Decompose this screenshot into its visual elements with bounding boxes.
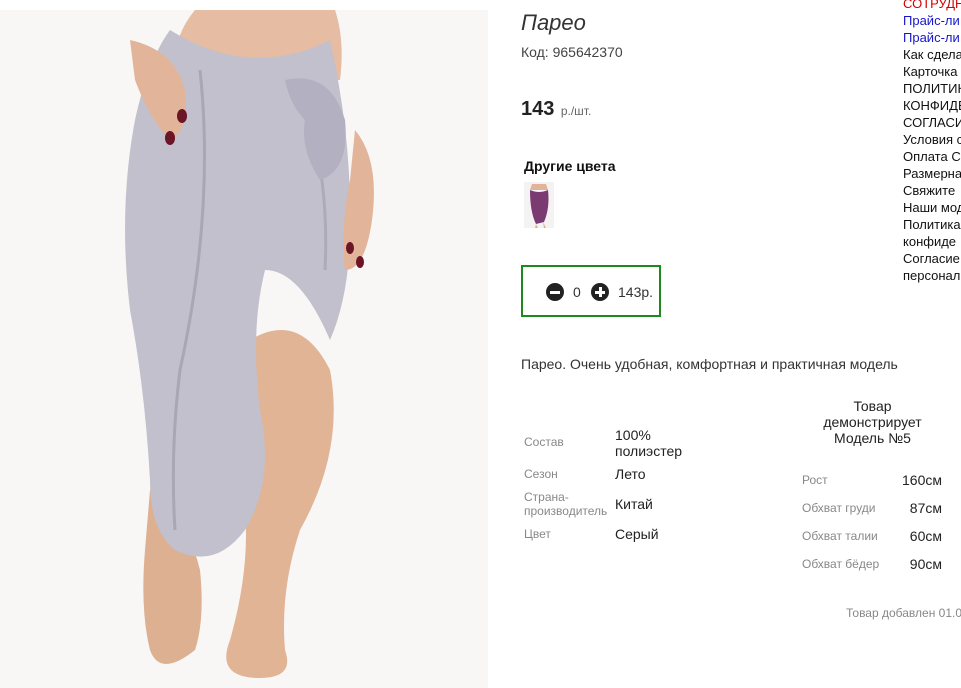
sidebar-item-policy[interactable]: ПОЛИТИК (903, 80, 961, 97)
price-unit: р./шт. (560, 104, 592, 118)
product-title: Парео (521, 10, 586, 35)
measurement-label-waist: Обхват талии (802, 529, 878, 543)
sidebar-item-confidentiality[interactable]: КОНФИДЕ (903, 97, 961, 114)
sidebar-item-staff[interactable]: СОТРУДН (903, 0, 961, 12)
quantity-value: 0 (573, 284, 581, 300)
sidebar-links: СОТРУДН Прайс-ли Прайс-ли Как сдела Карт… (903, 0, 961, 284)
sidebar-item-conditions[interactable]: Условия с (903, 131, 961, 148)
sidebar-item-payment[interactable]: Оплата С (903, 148, 961, 165)
sidebar-item-how-to-order[interactable]: Как сдела (903, 46, 961, 63)
other-colors-title: Другие цвета (524, 158, 616, 174)
product-photo-illustration (0, 10, 488, 688)
increase-quantity-button[interactable] (591, 283, 609, 301)
decrease-quantity-button[interactable] (546, 283, 564, 301)
product-photo[interactable] (0, 10, 488, 688)
attr-label-color: Цвет (524, 527, 551, 541)
attr-label-country: Страна-производитель (524, 490, 608, 518)
sidebar-item-data-consent[interactable]: Согласие (903, 250, 961, 267)
attr-value-composition: 100% полиэстер (615, 427, 683, 459)
swatch-illustration (524, 182, 554, 228)
product-code-value: 965642370 (552, 44, 623, 60)
product-code: Код: 965642370 (521, 44, 623, 60)
date-added: Товар добавлен 01.0 (846, 606, 961, 620)
measurement-label-height: Рост (802, 473, 828, 487)
attr-value-color: Серый (615, 526, 659, 542)
sidebar-item-privacy-policy[interactable]: Политика (903, 216, 961, 233)
sidebar-item-privacy-policy-cont[interactable]: конфиде (903, 233, 961, 250)
sidebar-item-card[interactable]: Карточка (903, 63, 961, 80)
sidebar-item-contact[interactable]: Свяжите (903, 182, 961, 199)
product-description: Парео. Очень удобная, комфортная и практ… (521, 356, 898, 372)
model-header: Товар демонстрирует Модель №5 (823, 398, 922, 446)
sidebar-item-size-chart[interactable]: Размерна (903, 165, 961, 182)
measurement-label-hips: Обхват бёдер (802, 557, 880, 571)
sidebar-item-price-list-1[interactable]: Прайс-ли (903, 12, 961, 29)
measurement-value-bust: 87см (909, 500, 942, 516)
attr-value-season: Лето (615, 466, 646, 482)
measurement-label-bust: Обхват груди (802, 501, 876, 515)
sidebar-item-price-list-2[interactable]: Прайс-ли (903, 29, 961, 46)
quantity-total-price: 143р. (618, 284, 654, 300)
color-swatch-thumbnail[interactable] (524, 182, 554, 228)
attr-value-country: Китай (615, 496, 653, 512)
price-value: 143 (521, 98, 555, 120)
sidebar-item-data-consent-cont[interactable]: персонал (903, 267, 961, 284)
product-price: 143 р./шт. (521, 98, 591, 121)
product-code-label: Код: (521, 44, 549, 60)
attr-label-season: Сезон (524, 467, 558, 481)
quantity-selector: 0 143р. (521, 265, 661, 317)
measurement-value-hips: 90см (909, 556, 942, 572)
sidebar-item-consent[interactable]: СОГЛАСИ (903, 114, 961, 131)
sidebar-item-our-models[interactable]: Наши мод (903, 199, 961, 216)
measurement-value-waist: 60см (909, 528, 942, 544)
measurement-value-height: 160см (902, 472, 942, 488)
attr-label-composition: Состав (524, 435, 564, 449)
